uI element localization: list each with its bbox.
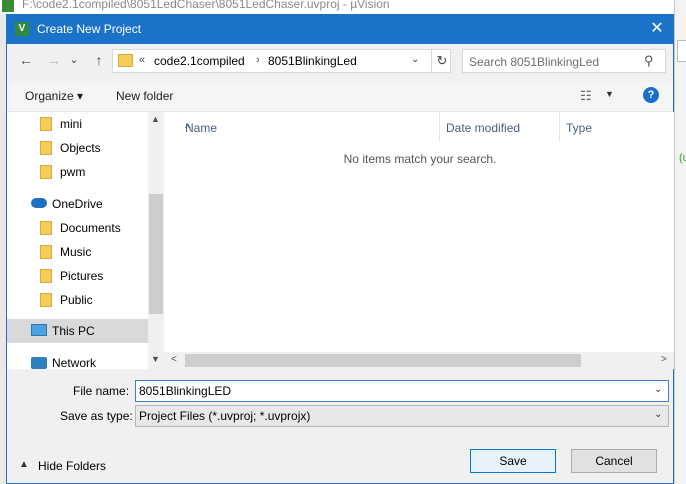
folder-icon <box>118 54 133 67</box>
folder-icon <box>40 165 52 179</box>
save-button[interactable]: Save <box>470 449 556 473</box>
column-header-name[interactable]: ^ Name <box>164 112 440 142</box>
background-app-control <box>677 40 686 62</box>
command-toolbar: Organize ▾ New folder ☷ ▼ ? <box>7 81 673 112</box>
folder-icon <box>40 269 52 283</box>
nav-item-this-pc[interactable]: This PC <box>7 319 148 343</box>
nav-item-label: Music <box>60 245 92 259</box>
nav-item-onedrive[interactable]: OneDrive <box>7 192 148 216</box>
file-list-horizontal-scrollbar[interactable]: < > <box>164 352 674 369</box>
help-icon[interactable]: ? <box>643 87 659 103</box>
address-history-dropdown[interactable]: ⌄ <box>411 54 419 65</box>
nav-item-documents[interactable]: Documents <box>7 216 148 240</box>
file-name-dropdown[interactable]: ⌄ <box>654 384 662 395</box>
scroll-left-arrow[interactable]: < <box>171 354 177 365</box>
background-app-side-text: (u <box>679 152 686 164</box>
search-placeholder: Search 8051BlinkingLed <box>469 55 600 69</box>
nav-item-pwm[interactable]: pwm <box>7 160 148 184</box>
file-name-field[interactable]: ⌄ <box>135 380 669 402</box>
refresh-button[interactable]: ↻ <box>431 50 452 72</box>
nav-item-label: OneDrive <box>52 197 103 211</box>
nav-item-label: Objects <box>60 141 101 155</box>
folder-icon <box>40 141 52 155</box>
folder-icon <box>40 117 52 131</box>
up-folder-button[interactable]: ↑ <box>88 49 110 71</box>
save-as-type-select[interactable]: Project Files (*.uvproj; *.uvprojx) ⌄ <box>135 405 669 427</box>
nav-item-label: mini <box>60 117 83 131</box>
nav-item-label: Network <box>52 356 97 369</box>
search-icon: ⚲ <box>644 53 654 68</box>
cancel-button[interactable]: Cancel <box>571 449 657 473</box>
column-header-label: Name <box>185 121 218 135</box>
folder-icon <box>40 293 52 307</box>
navigation-pane: mini Objects pwm OneDrive Documents Musi… <box>7 112 162 369</box>
hide-folders-label: Hide Folders <box>38 459 107 473</box>
network-icon <box>31 357 47 369</box>
background-app-right-edge: (u <box>674 0 686 484</box>
column-header-label: Date modified <box>446 121 521 135</box>
save-as-type-dropdown[interactable]: ⌄ <box>654 409 662 420</box>
new-folder-button[interactable]: New folder <box>116 89 173 103</box>
navigation-pane-scrollbar[interactable]: ▲ ▼ <box>148 112 164 369</box>
file-name-input[interactable] <box>139 383 639 399</box>
breadcrumb-separator[interactable]: › <box>256 54 260 66</box>
view-options-dropdown[interactable]: ▼ <box>605 89 614 99</box>
nav-item-label: Documents <box>60 221 121 235</box>
column-header-date-modified[interactable]: Date modified <box>440 112 560 142</box>
nav-item-pictures[interactable]: Pictures <box>7 264 148 288</box>
folder-icon <box>40 221 52 235</box>
scroll-right-arrow[interactable]: > <box>661 354 667 365</box>
scroll-down-arrow[interactable]: ▼ <box>151 354 160 364</box>
forward-button[interactable]: → <box>43 49 65 71</box>
nav-item-label: This PC <box>52 324 95 338</box>
close-button[interactable]: ✕ <box>645 19 669 39</box>
folder-icon <box>40 245 52 259</box>
scroll-up-arrow[interactable]: ▲ <box>151 114 160 124</box>
change-view-icon[interactable]: ☷ <box>580 88 592 104</box>
chevron-up-icon: ▲ <box>19 459 29 470</box>
nav-item-mini[interactable]: mini <box>7 112 148 136</box>
nav-item-objects[interactable]: Objects <box>7 136 148 160</box>
hide-folders-toggle[interactable]: ▲ Hide Folders <box>19 458 119 478</box>
uvision-app-icon <box>2 0 14 12</box>
save-as-type-label: Save as type: <box>60 409 133 423</box>
scrollbar-thumb[interactable] <box>149 194 163 314</box>
scrollbar-thumb[interactable] <box>185 354 581 367</box>
organize-menu[interactable]: Organize ▾ <box>25 89 83 103</box>
nav-item-network[interactable]: Network <box>7 351 148 369</box>
uvision-icon: V <box>15 22 29 36</box>
background-app-title: F:\code2.1compiled\8051LedChaser\8051Led… <box>22 0 390 11</box>
breadcrumb-overflow[interactable]: « <box>139 54 145 66</box>
nav-item-label: Pictures <box>60 269 104 283</box>
nav-item-music[interactable]: Music <box>7 240 148 264</box>
breadcrumb-item[interactable]: code2.1compiled <box>154 54 245 68</box>
back-button[interactable]: ← <box>15 49 37 71</box>
cloud-icon <box>31 198 47 208</box>
create-new-project-dialog: V Create New Project ✕ ← → ⌄ ↑ « code2.1… <box>6 14 674 484</box>
nav-item-label: pwm <box>60 165 86 179</box>
nav-item-public[interactable]: Public <box>7 288 148 312</box>
address-bar[interactable]: « code2.1compiled › 8051BlinkingLed ⌄ ↻ <box>112 49 451 73</box>
file-name-label: File name: <box>73 384 130 398</box>
dialog-title: Create New Project <box>37 22 142 36</box>
file-list[interactable]: ^ Name Date modified Type No items match… <box>164 112 674 369</box>
search-input[interactable]: Search 8051BlinkingLed ⚲ <box>462 49 666 73</box>
computer-icon <box>31 324 47 336</box>
background-app-titlebar: F:\code2.1compiled\8051LedChaser\8051Led… <box>0 0 686 14</box>
recent-locations-dropdown[interactable]: ⌄ <box>67 49 81 71</box>
empty-list-message: No items match your search. <box>343 152 497 166</box>
nav-item-label: Public <box>60 293 93 307</box>
breadcrumb-item[interactable]: 8051BlinkingLed <box>268 54 357 68</box>
dialog-titlebar: V Create New Project ✕ <box>7 15 673 44</box>
column-header-type[interactable]: Type <box>560 112 674 142</box>
save-as-type-value: Project Files (*.uvproj; *.uvprojx) <box>139 409 311 423</box>
column-header-label: Type <box>566 121 593 135</box>
